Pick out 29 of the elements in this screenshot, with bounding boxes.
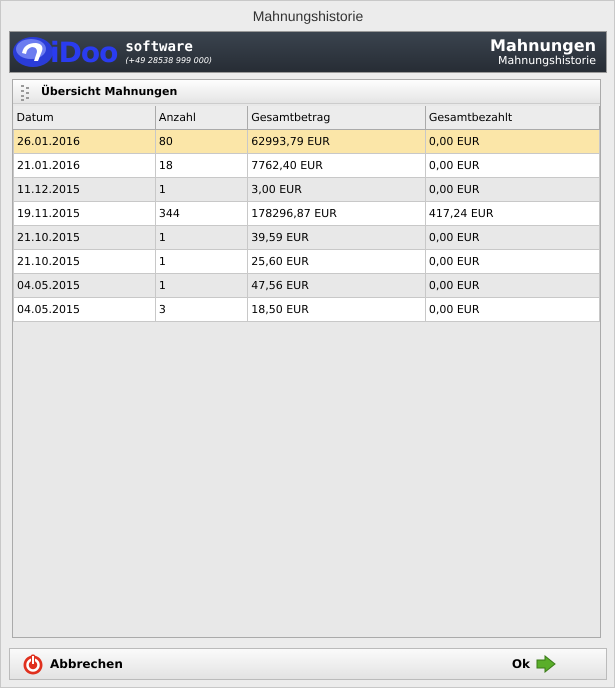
logo-text: iDoo — [50, 36, 118, 68]
table-row[interactable]: 11.12.2015 1 3,00 EUR 0,00 EUR — [14, 178, 600, 202]
column-header[interactable]: Datum — [14, 106, 156, 130]
table-cell: 3 — [155, 298, 248, 322]
table-row[interactable]: 21.10.2015 1 39,59 EUR 0,00 EUR — [14, 226, 600, 250]
window-title: Mahnungshistorie — [252, 8, 364, 24]
table-row[interactable]: 19.11.2015 344 178296,87 EUR 417,24 EUR — [14, 202, 600, 226]
banner-title: Mahnungen — [490, 37, 596, 55]
table-cell: 0,00 EUR — [425, 298, 600, 322]
cancel-button[interactable]: Abbrechen — [22, 653, 123, 675]
panel-title: Übersicht Mahnungen — [41, 85, 178, 98]
table-row[interactable]: 21.01.2016 18 7762,40 EUR 0,00 EUR — [14, 154, 600, 178]
table-row[interactable]: 04.05.2015 1 47,56 EUR 0,00 EUR — [14, 274, 600, 298]
arrow-icon — [536, 655, 556, 673]
banner-subtitle: Mahnungshistorie — [498, 54, 596, 67]
table-row[interactable]: 04.05.2015 3 18,50 EUR 0,00 EUR — [14, 298, 600, 322]
table-row[interactable]: 26.01.2016 80 62993,79 EUR 0,00 EUR — [14, 130, 600, 154]
logo-icon — [12, 35, 54, 69]
column-header[interactable]: Gesamtbetrag — [248, 106, 426, 130]
table-cell: 04.05.2015 — [14, 298, 156, 322]
phone-number: (+49 28538 999 000) — [125, 56, 212, 64]
column-header[interactable]: Gesamtbezahlt — [425, 106, 600, 130]
table-cell: 18,50 EUR — [248, 298, 426, 322]
brand-text: software — [125, 40, 194, 54]
table-row[interactable]: 21.10.2015 1 25,60 EUR 0,00 EUR — [14, 250, 600, 274]
ok-button[interactable]: Ok — [512, 655, 556, 673]
column-header[interactable]: Anzahl — [155, 106, 248, 130]
power-icon — [22, 653, 44, 675]
grip-icon — [19, 82, 31, 100]
